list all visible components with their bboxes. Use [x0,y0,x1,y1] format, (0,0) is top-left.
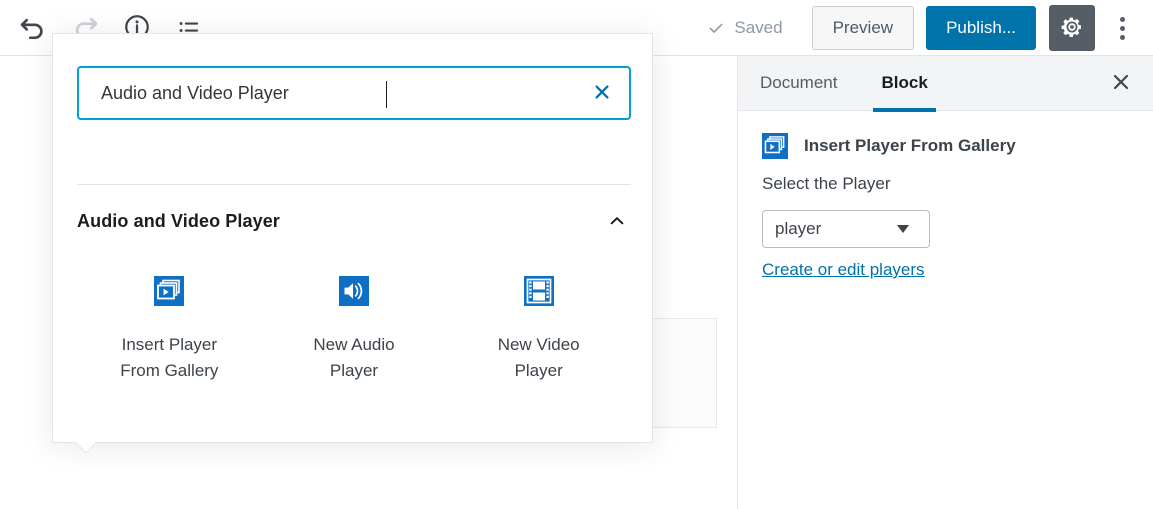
tab-document[interactable]: Document [738,56,859,111]
check-icon [707,19,725,37]
gear-icon [1060,15,1084,42]
inserter-block-label: New Video Player [497,335,580,380]
sidebar-block-header: Insert Player From Gallery [762,133,1129,159]
publish-button[interactable]: Publish... [926,6,1036,50]
player-select-value: player [775,219,822,238]
inserter-search-box[interactable] [77,66,631,120]
toolbar-right-group: Saved Preview Publish... [707,0,1141,56]
inserter-block-label: Insert Player From Gallery [120,335,219,380]
inserter-category-header[interactable]: Audio and Video Player [77,200,631,242]
text-cursor [386,81,387,108]
close-x-icon [1111,72,1131,95]
inserter-block-insert-player-from-gallery[interactable]: Insert Player From Gallery [77,262,262,394]
saved-label: Saved [734,18,783,37]
search-input[interactable] [79,68,629,118]
editor-root: Saved Preview Publish... Audio and Video… [0,0,1153,509]
ellipsis-vertical-icon [1119,16,1125,40]
inserter-block-new-video-player[interactable]: New Video Player [446,262,631,394]
sidebar-tabs: Document Block [738,56,1153,112]
preview-button[interactable]: Preview [811,6,915,50]
player-gallery-icon [762,133,788,159]
create-or-edit-players-link[interactable]: Create or edit players [762,260,925,280]
player-gallery-icon [154,276,185,306]
inserter-search-wrap [77,66,631,120]
player-select[interactable]: player [762,210,930,248]
inserter-block-label: New Audio Player [313,335,395,380]
undo-button[interactable] [10,5,56,51]
more-options-button[interactable] [1103,5,1141,51]
block-inserter-popover: Audio and Video Player In [52,33,653,443]
chevron-up-icon [607,211,627,231]
caret-down-icon [897,225,909,233]
inserter-divider [77,184,631,185]
inserter-block-new-audio-player[interactable]: New Audio Player [262,262,447,394]
speaker-audio-icon [338,276,369,306]
tab-block[interactable]: Block [859,56,949,112]
settings-sidebar: Document Block Insert Player From Galler… [737,56,1153,509]
popover-arrow [75,442,95,453]
close-sidebar-button[interactable] [1103,65,1139,101]
clear-search-button[interactable] [589,80,615,106]
saved-status: Saved [707,18,783,38]
close-x-icon [593,83,611,104]
film-strip-video-icon [523,276,554,306]
sidebar-body: Insert Player From Gallery Select the Pl… [738,111,1153,280]
sidebar-block-title: Insert Player From Gallery [804,136,1016,155]
undo-icon [18,12,48,45]
settings-button[interactable] [1049,5,1095,51]
inserter-category-title: Audio and Video Player [77,210,280,231]
inserter-block-grid: Insert Player From Gallery New Audio Pla… [77,262,631,394]
select-player-label: Select the Player [762,174,891,193]
